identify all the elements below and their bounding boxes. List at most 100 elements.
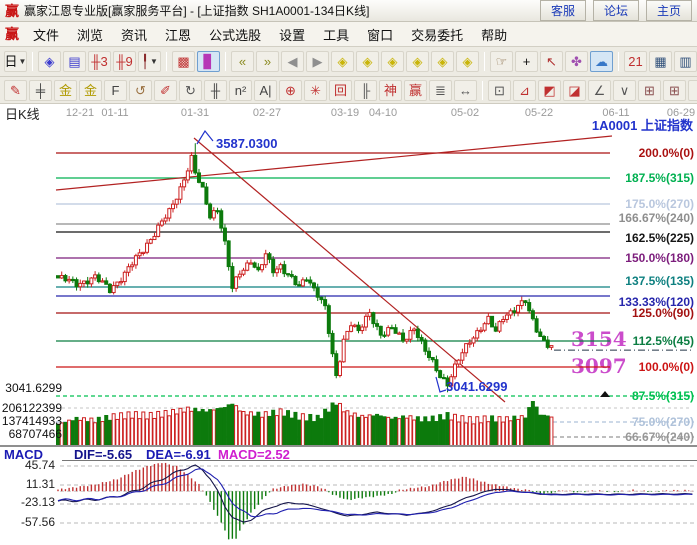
candle-body [502, 319, 505, 321]
zoom-expand-icon[interactable]: ◈ [406, 51, 429, 72]
zoom-center-icon[interactable]: ◈ [381, 51, 404, 72]
pointer-tool-icon-glyph: ↖ [546, 55, 557, 68]
last-page-icon[interactable]: » [256, 51, 279, 72]
volume-bar [209, 410, 212, 446]
volume-bar [138, 419, 141, 446]
gold-grid-2-icon[interactable]: 金 [79, 80, 102, 101]
width-measure-icon[interactable]: ↔ [454, 80, 477, 101]
volume-bar [524, 418, 527, 446]
menu-item-9[interactable]: 帮助 [472, 25, 516, 44]
volume-bar [238, 411, 241, 446]
volume-bar [294, 412, 297, 446]
box-fan-icon[interactable]: ◪ [563, 80, 586, 101]
zoom-fit-icon[interactable]: ◈ [431, 51, 454, 72]
shen-tool-icon[interactable]: 神 [379, 80, 402, 101]
volume-bar [498, 417, 501, 446]
volume-bar [502, 422, 505, 446]
chart-pattern-icon[interactable]: ◈ [38, 51, 61, 72]
h-line-icon-glyph: ╟ [361, 84, 370, 97]
info-list-icon[interactable]: ▤ [63, 51, 86, 72]
kline-9-icon[interactable]: ╫9 [113, 51, 136, 72]
volume-bar [520, 416, 523, 446]
fan-box-icon[interactable]: ◩ [538, 80, 561, 101]
star-burst-icon[interactable]: ✳ [304, 80, 327, 101]
grid-box-icon[interactable]: ⊞ [638, 80, 661, 101]
parallel-lines-icon[interactable]: ∥ [688, 80, 697, 101]
angle-line-icon[interactable]: ∠ [588, 80, 611, 101]
next-bar-icon[interactable]: ▶ [306, 51, 329, 72]
volume-bar [442, 420, 445, 446]
peak-annotation[interactable]: 3587.0300 [216, 137, 277, 151]
dropdown-arrow-icon[interactable]: ▼ [150, 58, 158, 66]
menu-item-4[interactable]: 公式选股 [200, 25, 270, 44]
notebook-icon[interactable]: ▥ [674, 51, 697, 72]
volume-bar [309, 414, 312, 446]
v-line-icon[interactable]: ∨ [613, 80, 636, 101]
candle-body [138, 253, 141, 256]
candle-body [468, 343, 471, 344]
menu-item-2[interactable]: 资讯 [112, 25, 156, 44]
time-cycle-icon[interactable]: ↻ [179, 80, 202, 101]
titlebar-button-customer-service[interactable]: 客服 [540, 0, 586, 21]
text-annotate-icon[interactable]: A| [254, 80, 277, 101]
menu-item-1[interactable]: 浏览 [68, 25, 112, 44]
menu-item-0[interactable]: 文件 [24, 25, 68, 44]
brain-tool-icon[interactable]: ☁ [590, 51, 613, 72]
color-volume-icon[interactable]: ▊ [197, 51, 220, 72]
volume-bar [131, 418, 134, 446]
candle-body [64, 276, 67, 281]
grid-box-2-icon[interactable]: ⊞ [663, 80, 686, 101]
spiral-icon[interactable]: ↺ [129, 80, 152, 101]
crosshair-tool-icon[interactable]: + [515, 51, 538, 72]
candle-body [413, 329, 416, 331]
menu-item-7[interactable]: 窗口 [358, 25, 402, 44]
menu-item-8[interactable]: 交易委托 [402, 25, 472, 44]
kline-3-icon[interactable]: ╫3 [88, 51, 111, 72]
chart-canvas[interactable]: 日K线 12-2101-1101-3102-2703-1904-1005-020… [0, 104, 697, 545]
gann-fan-icon[interactable]: ⊿ [513, 80, 536, 101]
volume-bar [413, 420, 416, 446]
gann-shape-icon[interactable]: ▩ [172, 51, 195, 72]
brush-tool-icon[interactable]: ✎ [4, 80, 27, 101]
titlebar-button-forum[interactable]: 论坛 [593, 0, 639, 21]
pen-tool-icon[interactable]: ✐ [154, 80, 177, 101]
flower-tool-icon[interactable]: ✤ [565, 51, 588, 72]
first-page-icon[interactable]: « [231, 51, 254, 72]
box-select-icon[interactable]: ⊡ [488, 80, 511, 101]
menu-item-3[interactable]: 江恩 [156, 25, 200, 44]
zoom-all-icon[interactable]: ◈ [456, 51, 479, 72]
spiral-icon-glyph: ↺ [135, 84, 146, 97]
candle-body [509, 311, 512, 315]
gann-level-label: 162.5%(225) [625, 232, 694, 245]
titlebar-button-home[interactable]: 主页 [646, 0, 692, 21]
candle-body [390, 328, 393, 329]
f-grid-icon[interactable]: F [104, 80, 127, 101]
circle-cross-icon[interactable]: ⊕ [279, 80, 302, 101]
pointer-tool-icon[interactable]: ↖ [540, 51, 563, 72]
candle-body [435, 360, 438, 371]
prev-bar-icon[interactable]: ◀ [281, 51, 304, 72]
volume-axis-label: 206122399 [0, 402, 62, 415]
gold-grid-icon[interactable]: 金 [54, 80, 77, 101]
menu-item-6[interactable]: 工具 [314, 25, 358, 44]
grid-ruler-icon[interactable]: ╫ [204, 80, 227, 101]
hand-tool-icon[interactable]: ☞ [490, 51, 513, 72]
volume-bar [361, 415, 364, 446]
h-line-icon[interactable]: ╟ [354, 80, 377, 101]
calculator-icon[interactable]: ▦ [649, 51, 672, 72]
volume-bar [550, 417, 553, 446]
zoom-compress-right-icon[interactable]: ◈ [356, 51, 379, 72]
ruler-123-icon[interactable]: ≣ [429, 80, 452, 101]
zoom-compress-left-icon[interactable]: ◈ [331, 51, 354, 72]
period-day-button[interactable]: 日▼ [4, 51, 27, 72]
ying-tool-icon[interactable]: 赢 [404, 80, 427, 101]
square-target-icon[interactable]: 回 [329, 80, 352, 101]
calendar-21-icon[interactable]: 21 [624, 51, 647, 72]
low-annotation[interactable]: 3041.6299 [446, 380, 507, 394]
menu-item-5[interactable]: 设置 [270, 25, 314, 44]
candle-body [275, 269, 278, 273]
dropdown-arrow-icon[interactable]: ▼ [19, 58, 27, 66]
n-squared-icon[interactable]: n² [229, 80, 252, 101]
gann-grid-icon[interactable]: ╪ [29, 80, 52, 101]
candle-style-button[interactable]: ╿▼ [138, 51, 161, 72]
